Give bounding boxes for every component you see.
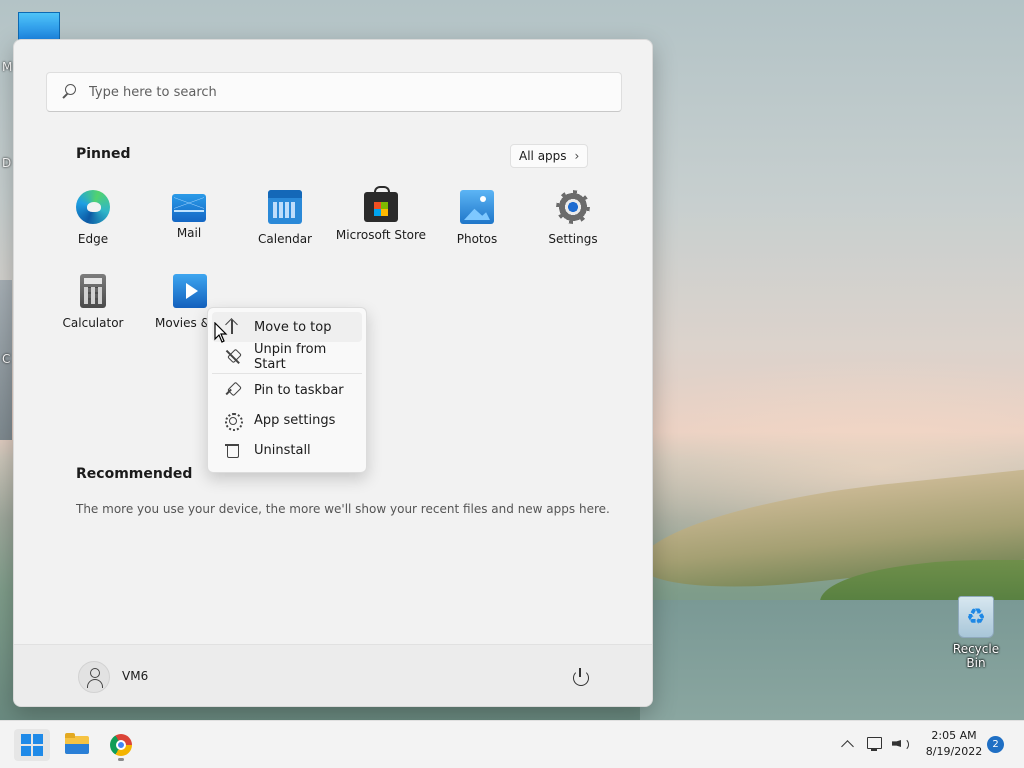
chrome-button[interactable] (103, 729, 139, 761)
pinned-app-label: Edge (77, 232, 109, 246)
user-avatar-icon[interactable] (78, 661, 110, 693)
pinned-app-mail[interactable]: Mail (141, 190, 237, 260)
desktop-label-partial: D (2, 156, 12, 170)
search-icon (61, 84, 77, 100)
chevron-right-icon: › (574, 149, 580, 163)
start-menu-footer: VM6 (14, 644, 652, 706)
pinned-app-edge[interactable]: Edge (45, 190, 141, 260)
calendar-icon (268, 190, 302, 224)
pinned-app-label: Photos (456, 232, 498, 246)
start-button[interactable] (14, 729, 50, 761)
movies-icon (173, 274, 207, 308)
chrome-icon (110, 734, 132, 756)
context-item-move-to-top[interactable]: Move to top (212, 312, 362, 342)
context-menu-separator (212, 373, 362, 374)
all-apps-button[interactable]: All apps › (510, 144, 589, 168)
all-apps-label: All apps (519, 149, 567, 163)
desktop-label-partial: C (2, 352, 11, 366)
file-explorer-button[interactable] (59, 729, 95, 761)
unpin-icon (224, 349, 240, 365)
context-item-pin-to-taskbar[interactable]: Pin to taskbar (212, 375, 362, 405)
taskbar-clock[interactable]: 2:05 AM 8/19/2022 (918, 728, 990, 760)
context-item-app-settings[interactable]: App settings (212, 405, 362, 435)
recommended-empty-text: The more you use your device, the more w… (76, 502, 610, 516)
desktop-icon-partial[interactable] (18, 12, 60, 40)
context-menu: Move to top Unpin from Start Pin to task… (207, 307, 367, 473)
store-icon (364, 186, 398, 222)
pinned-app-settings[interactable]: Settings (525, 190, 621, 260)
context-item-label: Move to top (254, 319, 332, 335)
context-item-label: Pin to taskbar (254, 382, 344, 398)
trash-icon (224, 442, 240, 458)
network-icon[interactable] (866, 736, 884, 752)
pinned-app-calculator[interactable]: Calculator (45, 274, 141, 344)
recycle-bin-label: Recycle Bin (952, 642, 1000, 670)
context-item-label: Unpin from Start (254, 342, 327, 372)
pinned-app-calendar[interactable]: Calendar (237, 190, 333, 260)
notification-badge[interactable]: 2 (987, 736, 1004, 753)
photos-icon (460, 190, 494, 224)
context-item-label: Uninstall (254, 442, 311, 458)
clock-time: 2:05 AM (931, 729, 977, 742)
mail-icon (172, 194, 206, 222)
pinned-app-label: Settings (548, 232, 598, 246)
running-indicator (118, 758, 124, 761)
desktop-label-partial: M (2, 60, 13, 74)
folder-icon (65, 733, 89, 754)
pinned-title: Pinned (76, 146, 131, 162)
user-name[interactable]: VM6 (122, 669, 148, 683)
recycle-bin-icon (958, 596, 994, 638)
settings-icon (556, 190, 590, 224)
pinned-app-label: Mail (176, 226, 202, 240)
context-item-uninstall[interactable]: Uninstall (212, 435, 362, 465)
pinned-app-label: Microsoft Store (335, 228, 427, 242)
context-item-unpin-from-start[interactable]: Unpin from Start (212, 342, 362, 372)
power-icon[interactable] (570, 667, 590, 687)
pinned-app-label: Calendar (258, 232, 312, 246)
clock-date: 8/19/2022 (925, 745, 983, 758)
mouse-cursor-icon (214, 322, 228, 344)
edge-icon (76, 190, 110, 224)
pinned-app-microsoft-store[interactable]: Microsoft Store (333, 186, 429, 260)
chevron-up-icon[interactable] (840, 737, 854, 751)
recycle-bin[interactable]: Recycle Bin (944, 596, 1008, 670)
pin-icon (224, 382, 240, 398)
pinned-app-label: Calculator (62, 316, 124, 330)
context-item-label: App settings (254, 412, 336, 428)
gear-icon (224, 412, 243, 431)
pinned-app-photos[interactable]: Photos (429, 190, 525, 260)
recommended-title: Recommended (76, 466, 193, 482)
calculator-icon (80, 274, 106, 308)
search-input[interactable] (89, 84, 609, 100)
volume-icon[interactable] (891, 736, 909, 752)
search-box[interactable] (46, 72, 622, 112)
windows-logo-icon (21, 734, 43, 756)
taskbar: 2:05 AM 8/19/2022 2 (0, 720, 1024, 768)
